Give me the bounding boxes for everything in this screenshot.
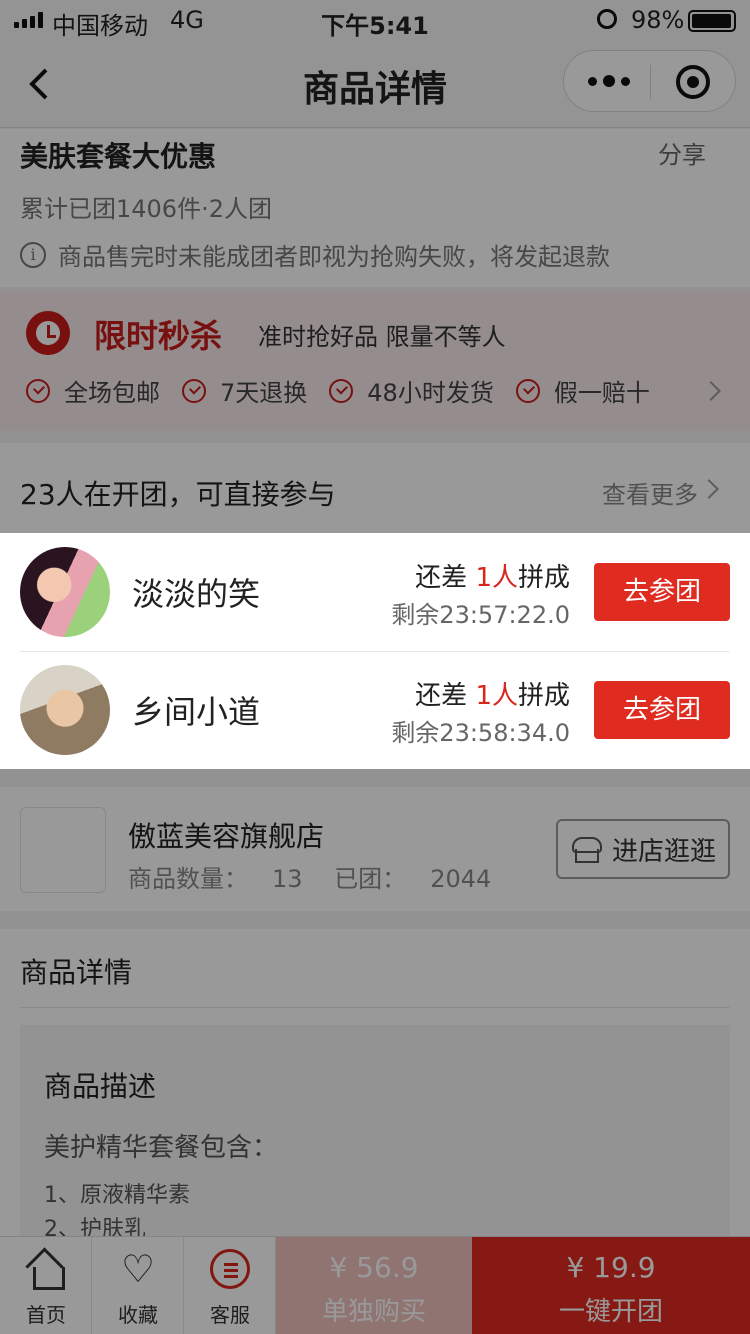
need-number: 1人 — [475, 563, 518, 593]
capsule-divider — [650, 65, 651, 99]
leader-name: 淡淡的笑 — [132, 575, 261, 613]
flash-sale-banner[interactable]: 限时秒杀 准时抢好品 限量不等人 全场包邮 7天退换 48小时发货 假一赔十 — [0, 291, 750, 431]
refund-notice: i 商品售完时未能成团者即视为抢购失败，将发起退款 — [20, 237, 610, 272]
check-circle-icon — [515, 378, 540, 403]
tab-favorite[interactable]: ♡ 收藏 — [92, 1237, 184, 1334]
feature-label: 全场包邮 — [64, 379, 160, 407]
product-name: 美肤套餐大优惠 — [20, 140, 217, 173]
need-suffix: 拼成 — [517, 563, 570, 593]
share-button[interactable]: 分享 — [658, 135, 706, 170]
need-count: 还差 1人拼成 — [415, 557, 570, 594]
group-list: 淡淡的笑 还差 1人拼成 剩余23:57:22.0 去参团 乡间小道 还差 1人… — [0, 533, 750, 769]
heart-icon: ♡ — [120, 1247, 156, 1291]
status-bar: 中国移动 4G 下午5:41 98% — [0, 0, 750, 40]
need-prefix: 还差 — [415, 681, 476, 711]
store-icon — [572, 835, 602, 863]
need-number: 1人 — [475, 681, 518, 711]
need-suffix: 拼成 — [517, 681, 570, 711]
sold-count: 累计已团1406件·2人团 — [20, 195, 272, 223]
group-price: ¥ 19.9 — [566, 1251, 656, 1284]
divider — [20, 651, 730, 652]
visit-shop-label: 进店逛逛 — [612, 836, 717, 867]
feature-free-shipping: 全场包邮 — [26, 373, 160, 408]
countdown: 剩余23:57:22.0 — [391, 601, 570, 629]
flash-sale-subtitle: 准时抢好品 限量不等人 — [258, 323, 506, 351]
visit-shop-button[interactable]: 进店逛逛 — [556, 819, 730, 879]
clock-icon — [26, 311, 70, 355]
check-circle-icon — [329, 378, 354, 403]
battery-percent: 98% — [631, 6, 685, 34]
group-count-title: 23人在开团，可直接参与 — [20, 478, 336, 511]
need-count: 还差 1人拼成 — [415, 675, 570, 712]
start-group-label: 一键开团 — [558, 1297, 663, 1327]
divider — [20, 1007, 730, 1008]
more-dots-icon[interactable] — [588, 69, 630, 93]
shop-stats: 商品数量： 13 已团： 2044 — [128, 859, 491, 894]
alarm-icon — [597, 9, 617, 29]
feature-label: 48小时发货 — [367, 379, 494, 407]
info-icon: i — [20, 241, 46, 268]
product-info: 美肤套餐大优惠 分享 累计已团1406件·2人团 i 商品售完时未能成团者即视为… — [0, 129, 750, 287]
list-item: 乡间小道 还差 1人拼成 剩余23:58:34.0 去参团 — [0, 651, 750, 769]
group-header: 23人在开团，可直接参与 查看更多 — [0, 443, 750, 533]
tab-favorite-label: 收藏 — [118, 1303, 158, 1327]
leader-name: 乡间小道 — [132, 693, 261, 731]
goods-label: 商品数量： — [128, 865, 248, 893]
home-icon — [26, 1249, 66, 1290]
list-item: 淡淡的笑 还差 1人拼成 剩余23:57:22.0 去参团 — [0, 533, 750, 651]
nav-bar: 商品详情 — [0, 40, 750, 128]
tab-home[interactable]: 首页 — [0, 1237, 92, 1334]
check-circle-icon — [26, 378, 50, 403]
tab-service[interactable]: 客服 — [184, 1237, 276, 1334]
description-item: 1、原液精华素 — [44, 1183, 190, 1208]
tab-home-label: 首页 — [26, 1303, 66, 1327]
shop-card: 傲蓝美容旗舰店 商品数量： 13 已团： 2044 进店逛逛 — [0, 787, 750, 911]
detail-title: 商品详情 — [20, 956, 133, 989]
feature-label: 7天退换 — [220, 379, 308, 407]
feature-48h-ship: 48小时发货 — [329, 373, 494, 408]
flash-sale-title: 限时秒杀 — [94, 317, 223, 355]
countdown: 剩余23:58:34.0 — [391, 719, 570, 747]
check-circle-icon — [182, 378, 206, 403]
shop-sold-label: 已团： — [334, 865, 407, 893]
mini-program-capsule — [563, 50, 736, 112]
join-group-button[interactable]: 去参团 — [594, 681, 730, 739]
description-box: 商品描述 美护精华套餐包含： 1、原液精华素 2、护肤乳 — [20, 1025, 730, 1242]
feature-label: 假一赔十 — [553, 379, 650, 407]
view-more-link[interactable]: 查看更多 — [602, 475, 698, 510]
shop-sold-count: 2044 — [430, 865, 492, 893]
service-features: 全场包邮 7天退换 48小时发货 假一赔十 — [26, 373, 672, 408]
goods-count: 13 — [272, 865, 303, 893]
join-group-button[interactable]: 去参团 — [594, 563, 730, 621]
description-intro: 美护精华套餐包含： — [44, 1133, 279, 1163]
avatar — [20, 665, 110, 755]
shop-logo — [20, 807, 106, 893]
tab-service-label: 客服 — [210, 1303, 250, 1327]
start-group-button[interactable]: ¥ 19.9 一键开团 — [472, 1237, 750, 1334]
bottom-action-bar: 首页 ♡ 收藏 客服 ¥ 56.9 单独购买 ¥ 19.9 一键开团 — [0, 1236, 750, 1334]
refund-notice-text: 商品售完时未能成团者即视为抢购失败，将发起退款 — [58, 243, 610, 271]
product-detail-section: 商品详情 商品描述 美护精华套餐包含： 1、原液精华素 2、护肤乳 — [0, 929, 750, 1242]
description-title: 商品描述 — [44, 1070, 157, 1103]
need-prefix: 还差 — [415, 563, 476, 593]
battery-icon — [688, 10, 736, 32]
close-target-icon[interactable] — [676, 65, 710, 99]
buy-alone-label: 单独购买 — [321, 1297, 426, 1327]
buy-alone-button[interactable]: ¥ 56.9 单独购买 — [276, 1237, 472, 1334]
feature-authentic: 假一赔十 — [515, 373, 650, 408]
avatar — [20, 547, 110, 637]
shop-name: 傲蓝美容旗舰店 — [128, 820, 325, 853]
feature-7day-return: 7天退换 — [182, 373, 307, 408]
chat-icon — [210, 1249, 250, 1289]
single-price: ¥ 56.9 — [329, 1251, 419, 1284]
